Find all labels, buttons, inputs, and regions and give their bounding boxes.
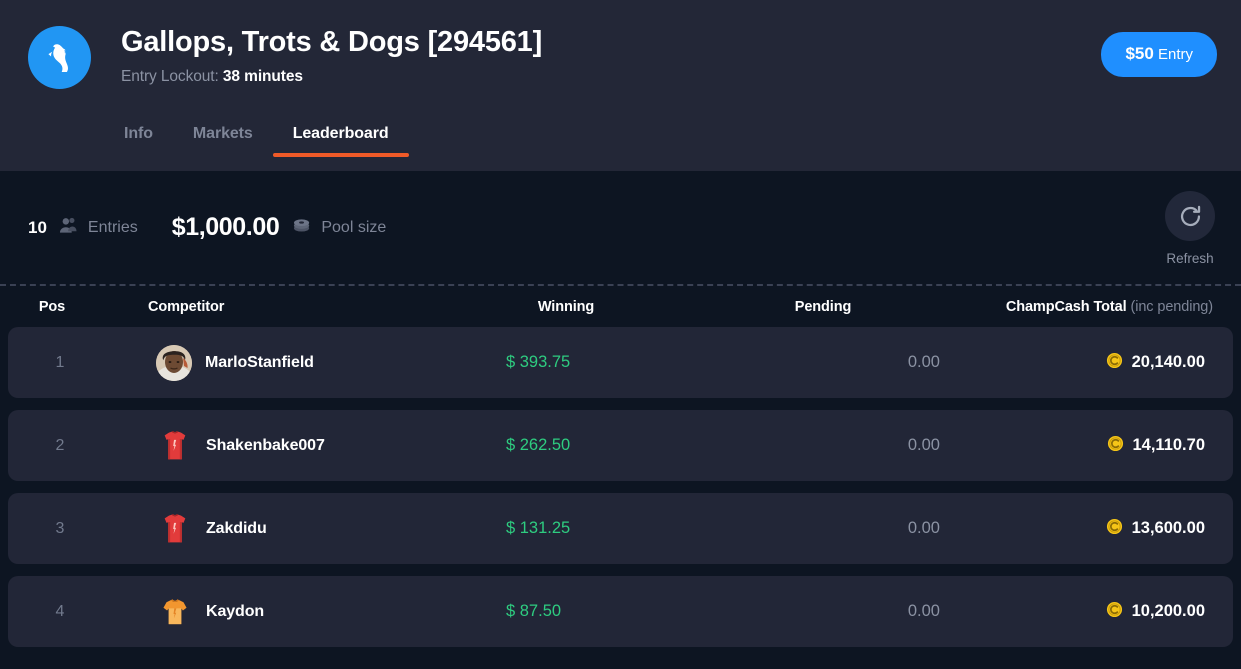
champcash-value: 13,600.00: [1131, 519, 1205, 537]
users-icon: [59, 216, 78, 239]
row-champcash: 14,110.70: [940, 435, 1205, 457]
row-position: 1: [55, 353, 65, 371]
row-winning: $ 393.75: [506, 353, 571, 371]
pool-amount: $1,000.00: [171, 213, 280, 241]
orange-shirt-icon: [160, 595, 190, 629]
refresh-button[interactable]: Refresh: [1165, 191, 1215, 266]
table-header-row: Pos Competitor Winning Pending ChampCash…: [0, 286, 1241, 327]
row-champcash: 10,200.00: [940, 601, 1205, 623]
entry-fee-amount: $50: [1125, 44, 1154, 63]
entry-lockout: Entry Lockout: 38 minutes: [121, 68, 1101, 86]
champcash-coin-icon: [1107, 435, 1124, 457]
column-header-champcash-main: ChampCash Total: [1005, 298, 1127, 315]
page-title: Gallops, Trots & Dogs [294561]: [121, 26, 543, 58]
champcash-value: 20,140.00: [1131, 353, 1205, 371]
row-pending: 0.00: [907, 602, 940, 620]
row-position: 4: [55, 602, 65, 620]
refresh-icon: [1165, 191, 1215, 241]
row-champcash: 20,140.00: [940, 352, 1205, 374]
title-block: Gallops, Trots & Dogs [294561] Entry Loc…: [121, 22, 1101, 86]
champcash-coin-icon: [1106, 601, 1123, 623]
champcash-value: 10,200.00: [1131, 602, 1205, 620]
row-winning: $ 262.50: [506, 436, 571, 454]
champcash-coin-icon: [1106, 352, 1123, 374]
summary-stats: 10 Entries $1,000.00 Pool size: [28, 213, 386, 242]
row-position: 3: [55, 519, 65, 537]
tab-info[interactable]: Info: [104, 125, 173, 157]
column-header-competitor: Competitor: [148, 298, 225, 315]
entry-lockout-value: 38 minutes: [222, 68, 303, 86]
table-row[interactable]: 4 Kaydon $ 87.50 0.00 10,200.00: [8, 576, 1233, 647]
column-header-champcash-sub: (inc pending): [1130, 298, 1213, 315]
table-row[interactable]: 3 Zakdidu $ 131.25 0.00 13,600.00: [8, 493, 1233, 564]
header-top-row: Gallops, Trots & Dogs [294561] Entry Loc…: [0, 0, 1241, 89]
event-header: Gallops, Trots & Dogs [294561] Entry Loc…: [0, 0, 1241, 171]
pool-size-label: Pool size: [321, 218, 387, 236]
horse-head-icon: [28, 26, 91, 89]
row-champcash: 13,600.00: [940, 518, 1205, 540]
tab-markets[interactable]: Markets: [173, 125, 273, 157]
row-winning: $ 87.50: [506, 602, 562, 620]
table-row[interactable]: 1 MarloStanfield $ 393.75 0.00 20,140.00: [8, 327, 1233, 398]
tab-leaderboard[interactable]: Leaderboard: [272, 125, 409, 157]
row-competitor: MarloStanfield: [112, 344, 470, 381]
champcash-value: 14,110.70: [1132, 436, 1206, 454]
photo-avatar: [156, 344, 192, 381]
row-competitor-name: Zakdidu: [206, 519, 267, 537]
entries-count: 10: [28, 217, 47, 237]
row-position: 2: [55, 436, 65, 454]
tab-bar: Info Markets Leaderboard: [0, 109, 1241, 157]
row-pending: 0.00: [907, 353, 940, 371]
column-header-champcash: ChampCash Total (inc pending): [948, 299, 1213, 315]
entry-lockout-label: Entry Lockout:: [121, 68, 219, 86]
champcash-coin-icon: [1106, 518, 1123, 540]
row-competitor-name: Kaydon: [206, 602, 265, 620]
entry-fee-button[interactable]: $50 Entry: [1101, 32, 1217, 77]
red-silk-icon: [160, 429, 190, 463]
row-pending: 0.00: [907, 519, 940, 537]
row-competitor: Kaydon: [112, 595, 470, 629]
entries-label: Entries: [87, 218, 138, 236]
row-competitor-name: MarloStanfield: [205, 353, 314, 371]
summary-bar: 10 Entries $1,000.00 Pool size Refresh: [0, 171, 1241, 284]
row-competitor: Zakdidu: [112, 512, 470, 546]
refresh-label: Refresh: [1166, 251, 1214, 266]
red-silk-icon: [160, 512, 190, 546]
row-winning: $ 131.25: [506, 519, 571, 537]
column-header-winning: Winning: [537, 298, 595, 315]
row-pending: 0.00: [907, 436, 940, 454]
leaderboard-table: Pos Competitor Winning Pending ChampCash…: [0, 286, 1241, 647]
coins-stack-icon: [293, 217, 312, 238]
entry-fee-label: Entry: [1157, 46, 1193, 63]
table-row[interactable]: 2 Shakenbake007 $ 262.50 0.00 14,110.70: [8, 410, 1233, 481]
column-header-pos: Pos: [38, 298, 66, 315]
row-competitor-name: Shakenbake007: [206, 436, 325, 454]
column-header-pending: Pending: [794, 298, 852, 315]
row-competitor: Shakenbake007: [112, 429, 470, 463]
